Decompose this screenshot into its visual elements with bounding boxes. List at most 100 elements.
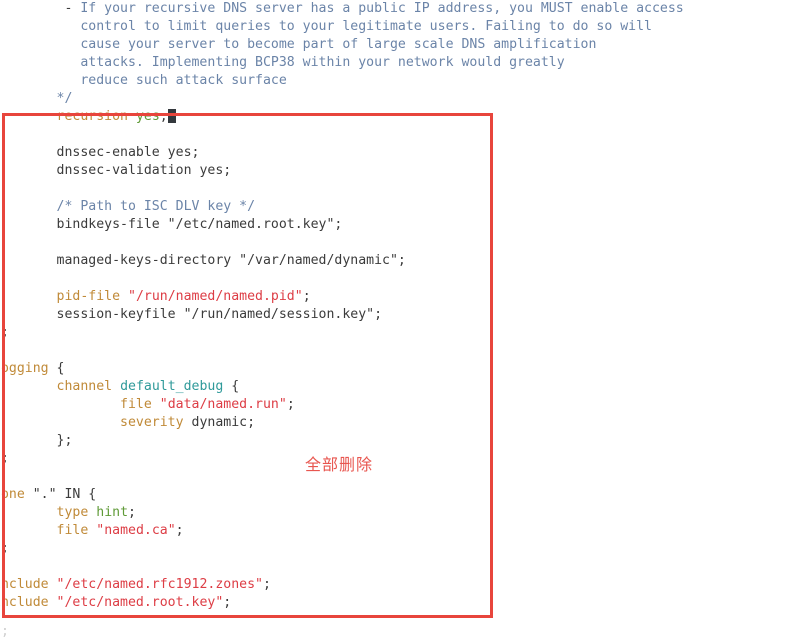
code-token: {: [223, 379, 240, 394]
code-token: "/etc/named.rfc1912.zones": [56, 577, 263, 592]
code-line[interactable]: dnssec-enable yes;: [0, 144, 811, 162]
annotation-label-delete-all: 全部删除: [305, 455, 374, 474]
code-line[interactable]: [0, 342, 811, 360]
code-token: file: [120, 397, 152, 412]
code-line[interactable]: logging {: [0, 360, 811, 378]
code-line[interactable]: session-keyfile "/run/named/session.key"…: [0, 306, 811, 324]
code-token: control to limit queries to your legitim…: [80, 19, 652, 34]
code-token: "/etc/named.root.key": [56, 595, 224, 610]
code-line[interactable]: - If your recursive DNS server has a pub…: [0, 0, 811, 18]
code-line[interactable]: [0, 234, 811, 252]
code-token: default_debug: [120, 379, 224, 394]
code-token: ;: [262, 577, 271, 592]
code-line[interactable]: */: [0, 90, 811, 108]
code-token: attacks. Implementing BCP38 within your …: [80, 55, 565, 70]
code-token: dnssec-validation yes;: [56, 163, 232, 178]
code-token: {: [48, 361, 65, 376]
code-line[interactable]: reduce such attack surface: [0, 72, 811, 90]
code-token: zone: [0, 487, 25, 502]
code-token: type: [56, 505, 89, 520]
code-token: };: [0, 325, 9, 340]
code-line[interactable]: /* Path to ISC DLV key */: [0, 198, 811, 216]
code-token: dnssec-enable yes;: [56, 145, 200, 160]
code-line[interactable]: channel default_debug {: [0, 378, 811, 396]
code-token: ;: [175, 523, 184, 538]
code-line[interactable]: file "data/named.run";: [0, 396, 811, 414]
code-line[interactable]: include "/etc/named.rfc1912.zones";: [0, 576, 811, 594]
code-token: yes: [135, 109, 160, 124]
code-token: dynamic;: [183, 415, 256, 430]
code-line[interactable]: recursion yes;: [0, 108, 811, 126]
code-line[interactable]: pid-file "/run/named/named.pid";: [0, 288, 811, 306]
code-line[interactable]: [0, 270, 811, 288]
code-line[interactable]: managed-keys-directory "/var/named/dynam…: [0, 252, 811, 270]
code-token: channel: [56, 379, 113, 394]
code-token: reduce such attack surface: [80, 73, 287, 88]
code-line[interactable]: control to limit queries to your legitim…: [0, 18, 811, 36]
code-token: "." IN {: [24, 487, 97, 502]
code-token: include: [0, 577, 49, 592]
code-token: "named.ca": [96, 523, 176, 538]
code-line[interactable]: cause your server to become part of larg…: [0, 36, 811, 54]
code-line[interactable]: };: [0, 450, 811, 468]
code-line[interactable]: [0, 180, 811, 198]
code-line[interactable]: };: [0, 540, 811, 558]
code-token: };: [0, 541, 9, 556]
code-line[interactable]: include "/etc/named.root.key";: [0, 594, 811, 612]
code-token: file: [56, 523, 89, 538]
code-token: ;: [302, 289, 311, 304]
code-line[interactable]: };: [0, 324, 811, 342]
code-editor-viewport[interactable]: - If your recursive DNS server has a pub…: [0, 0, 811, 641]
code-line[interactable]: bindkeys-file "/etc/named.root.key";: [0, 216, 811, 234]
code-token: pid-file: [56, 289, 121, 304]
code-text-area[interactable]: - If your recursive DNS server has a pub…: [0, 0, 811, 612]
text-cursor: [167, 109, 176, 123]
code-token: ;: [159, 109, 168, 124]
code-line[interactable]: attacks. Implementing BCP38 within your …: [0, 54, 811, 72]
code-token: If your recursive DNS server has a publi…: [80, 1, 684, 16]
code-token: bindkeys-file "/etc/named.root.key";: [56, 217, 343, 232]
code-token: "data/named.run": [159, 397, 287, 412]
code-token: logging: [0, 361, 49, 376]
code-line[interactable]: zone "." IN {: [0, 486, 811, 504]
code-token: hint: [96, 505, 129, 520]
code-token: ;: [286, 397, 295, 412]
code-line[interactable]: [0, 558, 811, 576]
code-token: cause your server to become part of larg…: [80, 37, 597, 52]
code-token: managed-keys-directory "/var/named/dynam…: [56, 253, 406, 268]
code-line[interactable]: };: [0, 432, 811, 450]
code-token: };: [56, 433, 73, 448]
code-token: include: [0, 595, 49, 610]
code-token: recursion: [56, 109, 128, 124]
code-token: ;: [128, 505, 136, 520]
code-line[interactable]: severity dynamic;: [0, 414, 811, 432]
clipped-line-below-annotation: };: [0, 624, 9, 639]
code-line[interactable]: file "named.ca";: [0, 522, 811, 540]
code-line[interactable]: [0, 468, 811, 486]
code-line[interactable]: [0, 126, 811, 144]
code-indent: -: [0, 1, 81, 16]
code-line[interactable]: dnssec-validation yes;: [0, 162, 811, 180]
code-line[interactable]: type hint;: [0, 504, 811, 522]
